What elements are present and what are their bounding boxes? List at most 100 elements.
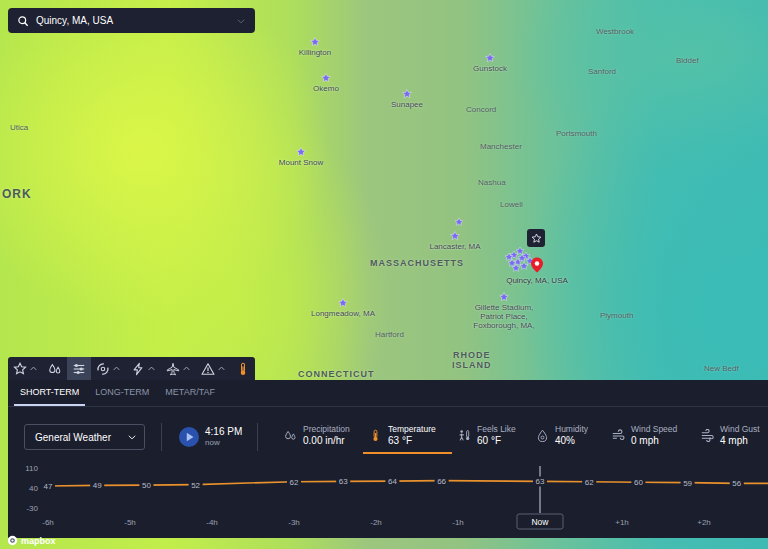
data-point[interactable]: 50 bbox=[139, 480, 153, 490]
search-bar[interactable]: Quincy, MA, USA bbox=[8, 8, 255, 33]
layer-tool[interactable] bbox=[91, 357, 126, 380]
data-point[interactable]: 59 bbox=[681, 478, 695, 488]
y-axis-tick: -30 bbox=[26, 504, 38, 513]
favorite-label[interactable]: Okemo bbox=[313, 84, 339, 93]
layer-tool[interactable] bbox=[67, 357, 91, 380]
play-icon[interactable] bbox=[179, 427, 199, 447]
data-point[interactable]: 47 bbox=[41, 481, 55, 491]
metric-item[interactable]: Temperature63 °F bbox=[363, 420, 452, 454]
time-display: 4:16 PMnow bbox=[205, 426, 245, 448]
favorite-star-icon[interactable] bbox=[485, 53, 496, 64]
favorite-star-icon[interactable] bbox=[402, 89, 413, 100]
favorite-star-icon[interactable] bbox=[454, 217, 464, 227]
metric-item[interactable]: Wind Speed0 mph bbox=[606, 420, 695, 454]
favorite-label[interactable]: Gillette Stadium,Patriot Place,Foxboroug… bbox=[473, 303, 534, 330]
layer-tool[interactable] bbox=[231, 357, 255, 380]
favorite-star-icon[interactable] bbox=[321, 73, 332, 84]
humidity-drop-icon bbox=[536, 429, 549, 442]
favorite-label-line: Mount Snow bbox=[279, 158, 323, 167]
caret-up-icon[interactable] bbox=[217, 364, 226, 373]
favorite-star-icon[interactable] bbox=[511, 263, 521, 273]
data-point[interactable]: 60 bbox=[631, 477, 645, 487]
favorite-star-icon[interactable] bbox=[310, 37, 321, 48]
favorite-star-icon[interactable] bbox=[450, 231, 461, 242]
map-label: Manchester bbox=[480, 142, 522, 152]
favorite-star-icon[interactable] bbox=[296, 147, 307, 158]
divider bbox=[161, 423, 162, 451]
favorite-star-icon[interactable] bbox=[499, 292, 510, 303]
search-icon bbox=[17, 15, 29, 27]
point-label: 62 bbox=[585, 478, 594, 487]
favorite-label[interactable]: Longmeadow, MA bbox=[311, 309, 375, 318]
layer-tool[interactable] bbox=[196, 357, 231, 380]
favorite-label-line: Okemo bbox=[313, 84, 339, 93]
now-label-box bbox=[517, 514, 563, 529]
favorite-label[interactable]: Gunstock bbox=[473, 64, 507, 73]
mapbox-logo[interactable]: mapbox bbox=[7, 535, 56, 546]
location-pin-icon[interactable] bbox=[531, 257, 543, 273]
layer-tool[interactable] bbox=[43, 357, 67, 380]
favorite-star-icon[interactable] bbox=[517, 253, 527, 263]
add-favorite-button[interactable] bbox=[527, 229, 545, 247]
point-label: 63 bbox=[339, 477, 348, 486]
point-label-bg bbox=[287, 477, 301, 487]
wind-gust-icon bbox=[701, 429, 714, 442]
data-point[interactable]: 52 bbox=[189, 480, 203, 490]
tool-icon-wrap bbox=[166, 362, 180, 376]
map-label-line: Lowell bbox=[500, 200, 523, 210]
data-point[interactable]: 64 bbox=[385, 476, 399, 486]
map-label: Biddef bbox=[676, 56, 699, 66]
x-axis-tick: -5h bbox=[124, 518, 136, 527]
metric-item[interactable]: Wind Gust4 mph bbox=[695, 420, 768, 454]
data-point[interactable]: 66 bbox=[435, 476, 449, 486]
favorite-label[interactable]: Mount Snow bbox=[279, 158, 323, 167]
point-label: 62 bbox=[290, 478, 299, 487]
metric-text: Wind Gust4 mph bbox=[720, 424, 760, 447]
data-point[interactable]: 56 bbox=[730, 478, 744, 488]
map-label: Sanford bbox=[588, 67, 616, 77]
caret-up-icon[interactable] bbox=[112, 364, 121, 373]
data-point[interactable]: 62 bbox=[287, 477, 301, 487]
temperature-chart[interactable]: 11040-30-6h-5h-4h-3h-2h-1h+1h+2hNow47495… bbox=[8, 461, 768, 537]
metric-item[interactable]: Precipitation0.00 in/hr bbox=[278, 420, 363, 454]
metric-item[interactable]: Feels Like60 °F bbox=[452, 420, 530, 454]
caret-up-icon[interactable] bbox=[147, 364, 156, 373]
metric-label: Precipitation bbox=[303, 424, 350, 435]
x-axis-tick: +1h bbox=[615, 518, 629, 527]
droplets-icon bbox=[48, 362, 62, 376]
favorite-star-icon[interactable] bbox=[504, 252, 514, 262]
tab[interactable]: LONG-TERM bbox=[89, 380, 155, 406]
time-value: 4:16 PM bbox=[205, 426, 245, 438]
favorite-label[interactable]: Lancaster, MA bbox=[429, 242, 480, 251]
layer-tool[interactable] bbox=[8, 357, 43, 380]
layer-toolbar bbox=[8, 357, 255, 380]
favorite-label[interactable]: Sunapee bbox=[391, 100, 423, 109]
point-label-bg bbox=[385, 476, 399, 486]
tab[interactable]: SHORT-TERM bbox=[14, 380, 85, 406]
data-point[interactable]: 49 bbox=[90, 480, 104, 490]
data-point[interactable]: 63 bbox=[336, 476, 350, 486]
x-axis-tick: -1h bbox=[452, 518, 464, 527]
favorite-star-icon[interactable] bbox=[338, 298, 349, 309]
layer-tool[interactable] bbox=[126, 357, 161, 380]
y-axis-tick: 40 bbox=[29, 484, 38, 493]
layer-tool[interactable] bbox=[161, 357, 196, 380]
tab[interactable]: METAR/TAF bbox=[159, 380, 221, 406]
point-label: 47 bbox=[44, 482, 53, 491]
caret-up-icon[interactable] bbox=[182, 364, 191, 373]
map-label-line: New Bedf bbox=[704, 364, 739, 374]
chevron-down-icon[interactable] bbox=[236, 16, 246, 26]
metric-label: Temperature bbox=[388, 424, 436, 435]
point-label: 59 bbox=[683, 479, 692, 488]
data-point[interactable]: 63 bbox=[533, 476, 547, 486]
data-point[interactable]: 62 bbox=[582, 477, 596, 487]
layer-dropdown[interactable]: General Weather bbox=[24, 424, 145, 450]
hurricane-icon bbox=[96, 362, 110, 376]
metric-item[interactable]: Humidity40% bbox=[530, 420, 606, 454]
favorite-star-icon[interactable] bbox=[519, 261, 529, 271]
search-value[interactable]: Quincy, MA, USA bbox=[36, 15, 229, 26]
caret-up-icon[interactable] bbox=[29, 364, 38, 373]
now-marker bbox=[540, 466, 541, 513]
point-label-bg bbox=[90, 480, 104, 490]
favorite-label[interactable]: Killington bbox=[299, 48, 331, 57]
